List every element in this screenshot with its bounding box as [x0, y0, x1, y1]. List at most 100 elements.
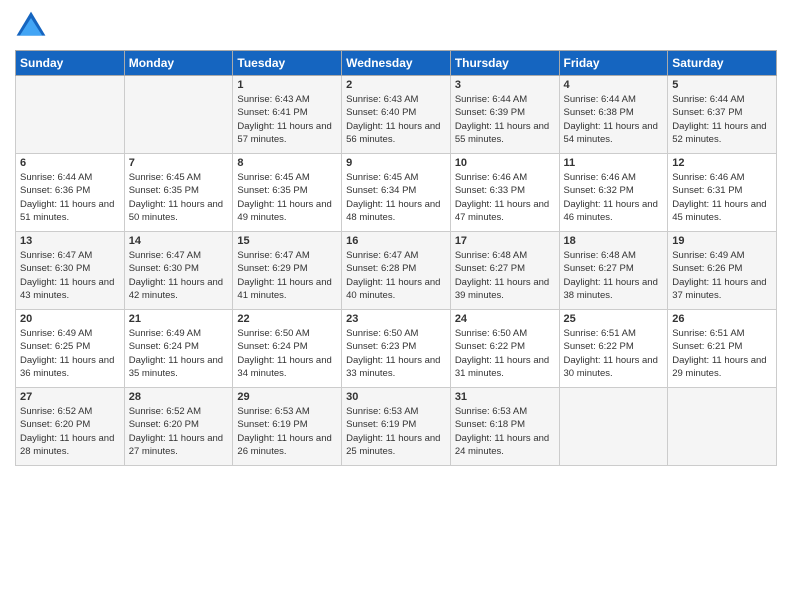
logo: [15, 10, 51, 42]
daylight-text: Daylight: 11 hours and 38 minutes.: [564, 276, 664, 303]
calendar-cell: 25Sunrise: 6:51 AMSunset: 6:22 PMDayligh…: [559, 310, 668, 388]
sunset-text: Sunset: 6:30 PM: [129, 262, 229, 275]
calendar-cell: 17 Sunrise: 6:48 AMSunset: 6:27 PMDayligh…: [450, 232, 559, 310]
page: SundayMondayTuesdayWednesdayThursdayFrid…: [0, 0, 792, 612]
sunrise-text: Sunrise: 6:51 AM: [672, 327, 772, 340]
sunset-text: Sunset: 6:18 PM: [455, 418, 555, 431]
header-row: SundayMondayTuesdayWednesdayThursdayFrid…: [16, 51, 777, 76]
calendar-week-row: 27 Sunrise: 6:52 AMSunset: 6:20 PMDayligh…: [16, 388, 777, 466]
day-info: Sunrise: 6:51 AMSunset: 6:21 PMDaylight:…: [672, 327, 772, 380]
daylight-text: Daylight: 11 hours and 49 minutes.: [237, 198, 337, 225]
calendar-cell: 7 Sunrise: 6:45 AMSunset: 6:35 PMDaylight…: [124, 154, 233, 232]
sunset-text: Sunset: 6:36 PM: [20, 184, 120, 197]
daylight-text: Daylight: 11 hours and 41 minutes.: [237, 276, 337, 303]
day-number: 4: [564, 79, 664, 91]
calendar-cell: 27Sunrise: 6:52 AMSunset: 6:20 PMDayligh…: [16, 388, 125, 466]
day-number: 31: [455, 391, 555, 403]
sunrise-text: Sunrise: 6:48 AM: [455, 249, 555, 262]
calendar-cell: 31 Sunrise: 6:53 AMSunset: 6:18 PMDayligh…: [450, 388, 559, 466]
day-number: 27: [20, 391, 120, 403]
day-number: 17: [455, 235, 555, 247]
calendar-cell: 3Sunrise: 6:44 AMSunset: 6:39 PMDaylight…: [450, 76, 559, 154]
day-number: 18: [564, 235, 664, 247]
calendar-week-row: 6Sunrise: 6:44 AMSunset: 6:36 PMDaylight…: [16, 154, 777, 232]
day-info: Sunrise: 6:53 AMSunset: 6:19 PMDaylight:…: [237, 405, 337, 458]
sunrise-text: Sunrise: 6:52 AM: [129, 405, 229, 418]
sunset-text: Sunset: 6:40 PM: [346, 106, 446, 119]
day-number: 11: [564, 157, 664, 169]
sunrise-text: Sunrise: 6:46 AM: [564, 171, 664, 184]
day-number: 14: [129, 235, 229, 247]
sunrise-text: Sunrise: 6:49 AM: [129, 327, 229, 340]
day-number: 7: [129, 157, 229, 169]
sunrise-text: Sunrise: 6:47 AM: [129, 249, 229, 262]
calendar-cell: 30 Sunrise: 6:53 AMSunset: 6:19 PMDayligh…: [342, 388, 451, 466]
day-number: 12: [672, 157, 772, 169]
daylight-text: Daylight: 11 hours and 47 minutes.: [455, 198, 555, 225]
sunrise-text: Sunrise: 6:50 AM: [237, 327, 337, 340]
daylight-text: Daylight: 11 hours and 56 minutes.: [346, 120, 446, 147]
day-number: 23: [346, 313, 446, 325]
day-info: Sunrise: 6:46 AMSunset: 6:31 PMDaylight:…: [672, 171, 772, 224]
daylight-text: Daylight: 11 hours and 33 minutes.: [346, 354, 446, 381]
calendar-cell: 23Sunrise: 6:50 AMSunset: 6:23 PMDayligh…: [342, 310, 451, 388]
weekday-header: Saturday: [668, 51, 777, 76]
day-number: 13: [20, 235, 120, 247]
daylight-text: Daylight: 11 hours and 24 minutes.: [455, 432, 555, 459]
daylight-text: Daylight: 11 hours and 50 minutes.: [129, 198, 229, 225]
sunrise-text: Sunrise: 6:43 AM: [346, 93, 446, 106]
sunset-text: Sunset: 6:35 PM: [129, 184, 229, 197]
daylight-text: Daylight: 11 hours and 34 minutes.: [237, 354, 337, 381]
daylight-text: Daylight: 11 hours and 52 minutes.: [672, 120, 772, 147]
calendar-cell: 11Sunrise: 6:46 AMSunset: 6:32 PMDayligh…: [559, 154, 668, 232]
weekday-header: Sunday: [16, 51, 125, 76]
day-info: Sunrise: 6:47 AMSunset: 6:30 PMDaylight:…: [129, 249, 229, 302]
sunrise-text: Sunrise: 6:53 AM: [346, 405, 446, 418]
calendar-cell: 26Sunrise: 6:51 AMSunset: 6:21 PMDayligh…: [668, 310, 777, 388]
day-number: 29: [237, 391, 337, 403]
sunset-text: Sunset: 6:41 PM: [237, 106, 337, 119]
calendar-cell: 22Sunrise: 6:50 AMSunset: 6:24 PMDayligh…: [233, 310, 342, 388]
sunrise-text: Sunrise: 6:53 AM: [237, 405, 337, 418]
calendar-cell: [668, 388, 777, 466]
weekday-header: Wednesday: [342, 51, 451, 76]
day-number: 30: [346, 391, 446, 403]
day-info: Sunrise: 6:53 AMSunset: 6:18 PMDaylight:…: [455, 405, 555, 458]
sunset-text: Sunset: 6:22 PM: [564, 340, 664, 353]
daylight-text: Daylight: 11 hours and 30 minutes.: [564, 354, 664, 381]
day-info: Sunrise: 6:45 AMSunset: 6:35 PMDaylight:…: [129, 171, 229, 224]
daylight-text: Daylight: 11 hours and 26 minutes.: [237, 432, 337, 459]
sunrise-text: Sunrise: 6:53 AM: [455, 405, 555, 418]
sunrise-text: Sunrise: 6:48 AM: [564, 249, 664, 262]
daylight-text: Daylight: 11 hours and 25 minutes.: [346, 432, 446, 459]
sunrise-text: Sunrise: 6:47 AM: [346, 249, 446, 262]
sunset-text: Sunset: 6:27 PM: [455, 262, 555, 275]
sunrise-text: Sunrise: 6:49 AM: [20, 327, 120, 340]
sunset-text: Sunset: 6:32 PM: [564, 184, 664, 197]
calendar-cell: 10Sunrise: 6:46 AMSunset: 6:33 PMDayligh…: [450, 154, 559, 232]
day-number: 5: [672, 79, 772, 91]
day-number: 10: [455, 157, 555, 169]
calendar-cell: [124, 76, 233, 154]
sunrise-text: Sunrise: 6:45 AM: [237, 171, 337, 184]
day-info: Sunrise: 6:44 AMSunset: 6:38 PMDaylight:…: [564, 93, 664, 146]
sunset-text: Sunset: 6:35 PM: [237, 184, 337, 197]
day-number: 16: [346, 235, 446, 247]
daylight-text: Daylight: 11 hours and 40 minutes.: [346, 276, 446, 303]
day-number: 3: [455, 79, 555, 91]
weekday-header: Monday: [124, 51, 233, 76]
sunset-text: Sunset: 6:28 PM: [346, 262, 446, 275]
sunset-text: Sunset: 6:19 PM: [237, 418, 337, 431]
calendar-cell: [559, 388, 668, 466]
day-info: Sunrise: 6:49 AMSunset: 6:25 PMDaylight:…: [20, 327, 120, 380]
day-info: Sunrise: 6:52 AMSunset: 6:20 PMDaylight:…: [129, 405, 229, 458]
calendar-cell: 15Sunrise: 6:47 AMSunset: 6:29 PMDayligh…: [233, 232, 342, 310]
sunset-text: Sunset: 6:39 PM: [455, 106, 555, 119]
calendar-cell: 18Sunrise: 6:48 AMSunset: 6:27 PMDayligh…: [559, 232, 668, 310]
day-info: Sunrise: 6:47 AMSunset: 6:29 PMDaylight:…: [237, 249, 337, 302]
calendar-cell: 28Sunrise: 6:52 AMSunset: 6:20 PMDayligh…: [124, 388, 233, 466]
calendar-cell: 8Sunrise: 6:45 AMSunset: 6:35 PMDaylight…: [233, 154, 342, 232]
sunset-text: Sunset: 6:19 PM: [346, 418, 446, 431]
sunset-text: Sunset: 6:38 PM: [564, 106, 664, 119]
day-info: Sunrise: 6:48 AMSunset: 6:27 PMDaylight:…: [455, 249, 555, 302]
